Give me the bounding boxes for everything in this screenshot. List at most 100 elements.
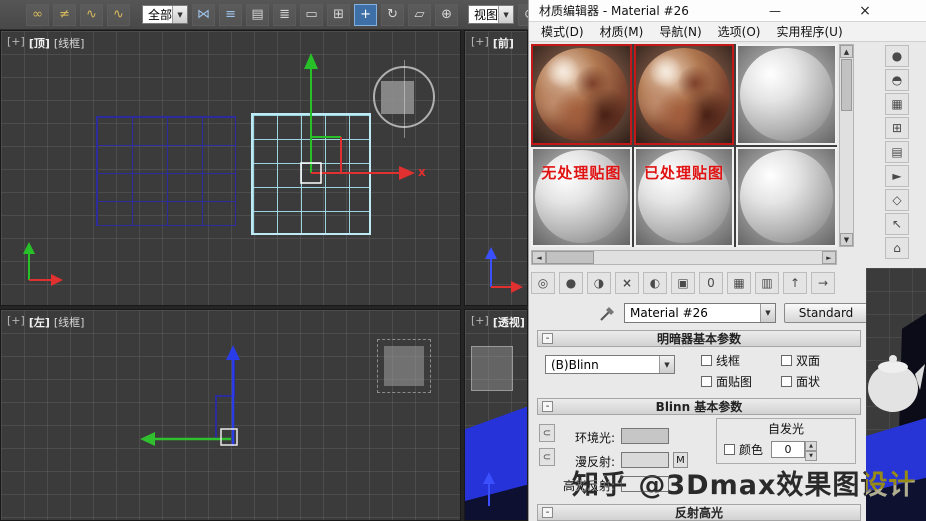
rotate-gizmo[interactable]: [373, 60, 435, 138]
chevron-down-icon[interactable]: ▼: [498, 6, 514, 23]
select-by-name-icon[interactable]: ≣: [273, 3, 297, 26]
sample-slot[interactable]: [736, 146, 837, 247]
viewport-name-label[interactable]: [透视]: [493, 314, 525, 330]
collapse-icon[interactable]: -: [542, 333, 553, 344]
faceted-checkbox[interactable]: [781, 376, 792, 387]
show-map-in-viewport-icon[interactable]: ▦: [727, 272, 751, 294]
options-icon[interactable]: ◇: [885, 189, 909, 211]
selection-filter-dropdown[interactable]: 全部 ▼: [142, 5, 189, 24]
lock-ambient-diffuse-icon[interactable]: ⊂: [539, 424, 555, 442]
sample-slot[interactable]: 无处理贴图: [531, 146, 632, 247]
material-type-button[interactable]: Standard: [784, 303, 868, 323]
assign-material-to-selection-icon[interactable]: ◑: [587, 272, 611, 294]
self-illumination-value[interactable]: 0: [771, 441, 806, 458]
reference-coordinate-dropdown[interactable]: 视图 ▼: [468, 5, 515, 24]
scroll-left-icon[interactable]: ◄: [532, 251, 546, 264]
put-to-library-icon[interactable]: ▣: [671, 272, 695, 294]
pick-material-eyedropper-icon[interactable]: [597, 302, 619, 324]
move-gizmo[interactable]: [229, 39, 419, 219]
lock-diffuse-specular-icon[interactable]: ⊂: [539, 448, 555, 466]
material-id-channel-icon[interactable]: 0: [699, 272, 723, 294]
sample-slot[interactable]: [531, 44, 632, 145]
viewport-name-label[interactable]: [左]: [29, 314, 50, 330]
put-material-to-scene-icon[interactable]: ●: [559, 272, 583, 294]
collapse-icon[interactable]: -: [542, 507, 553, 518]
rollout-specular-highlights[interactable]: - 反射高光: [537, 504, 861, 521]
sample-slot[interactable]: [633, 44, 735, 145]
go-forward-sibling-icon[interactable]: →: [811, 272, 835, 294]
shader-type-dropdown[interactable]: (B)Blinn ▼: [545, 355, 675, 374]
make-material-copy-icon[interactable]: ◐: [643, 272, 667, 294]
viewport-name-label[interactable]: [前]: [493, 35, 514, 51]
get-material-icon[interactable]: ◎: [531, 272, 555, 294]
select-and-move-icon[interactable]: +: [354, 3, 378, 26]
minimize-button[interactable]: —: [761, 0, 789, 21]
viewport-name-label[interactable]: [顶]: [29, 35, 50, 51]
bind-to-space-warp-icon[interactable]: ∿: [80, 3, 103, 26]
rollout-shader-basic[interactable]: - 明暗器基本参数: [537, 330, 861, 347]
unlink-selection-icon[interactable]: ≠: [53, 3, 76, 26]
sample-type-icon[interactable]: ●: [885, 45, 909, 67]
reset-map-icon[interactable]: ×: [615, 272, 639, 294]
menu-mode[interactable]: 模式(D): [533, 23, 592, 40]
viewport-menu-overflow[interactable]: [+]: [7, 35, 25, 51]
face-map-checkbox[interactable]: [701, 376, 712, 387]
viewport-menu-overflow[interactable]: [+]: [471, 35, 489, 51]
viewport-perspective[interactable]: [+] [透视]: [464, 309, 528, 521]
scroll-down-icon[interactable]: ▼: [840, 233, 853, 246]
sample-slot[interactable]: 已处理贴图: [633, 146, 735, 247]
viewport-shading-label[interactable]: [线框]: [54, 35, 85, 51]
scrollbar-thumb[interactable]: [546, 251, 594, 264]
select-and-scale-icon[interactable]: ▱: [408, 3, 432, 26]
layer-manager-icon[interactable]: ▤: [246, 3, 270, 26]
select-and-place-icon[interactable]: ⊕: [435, 3, 459, 26]
close-button[interactable]: ×: [851, 0, 879, 21]
mirror-icon[interactable]: ⋈: [192, 3, 216, 26]
menu-material[interactable]: 材质(M): [592, 23, 652, 40]
video-color-check-icon[interactable]: ▤: [885, 141, 909, 163]
wireframe-checkbox[interactable]: [701, 355, 712, 366]
curve-constraint-icon[interactable]: ∿: [107, 3, 130, 26]
ambient-color-swatch[interactable]: [621, 428, 669, 444]
viewport-front[interactable]: [+] [前]: [464, 30, 528, 306]
window-crossing-icon[interactable]: ⊞: [327, 3, 351, 26]
menu-utilities[interactable]: 实用程序(U): [768, 23, 850, 40]
make-preview-icon[interactable]: ►: [885, 165, 909, 187]
chevron-down-icon[interactable]: ▼: [172, 6, 188, 23]
material-map-navigator-icon[interactable]: ⌂: [885, 237, 909, 259]
go-to-parent-icon[interactable]: ↑: [783, 272, 807, 294]
two-sided-checkbox[interactable]: [781, 355, 792, 366]
color-checkbox[interactable]: [724, 444, 735, 455]
viewport-shading-label[interactable]: [线框]: [54, 314, 85, 330]
spinner-down-icon[interactable]: ▼: [805, 451, 818, 461]
rect-selection-region-icon[interactable]: ▭: [300, 3, 324, 26]
rollout-blinn-basic[interactable]: - Blinn 基本参数: [537, 398, 861, 415]
select-and-rotate-icon[interactable]: ↻: [381, 3, 405, 26]
move-gizmo[interactable]: [126, 340, 246, 455]
material-name-dropdown[interactable]: Material #26 ▼: [624, 303, 776, 323]
background-icon[interactable]: ▦: [885, 93, 909, 115]
select-by-material-icon[interactable]: ↖: [885, 213, 909, 235]
wireframe-grid-object[interactable]: [96, 116, 236, 226]
scrollbar-track[interactable]: [594, 251, 822, 264]
viewport-menu-overflow[interactable]: [+]: [471, 314, 489, 330]
backlight-icon[interactable]: ◓: [885, 69, 909, 91]
sample-slot[interactable]: [736, 44, 837, 145]
chevron-down-icon[interactable]: ▼: [760, 304, 775, 322]
select-and-link-icon[interactable]: ∞: [26, 3, 49, 26]
slot-vertical-scrollbar[interactable]: ▲ ▼: [839, 44, 854, 247]
slot-horizontal-scrollbar[interactable]: ◄ ►: [531, 250, 837, 265]
collapse-icon[interactable]: -: [542, 401, 553, 412]
sample-uv-tiling-icon[interactable]: ⊞: [885, 117, 909, 139]
viewport-top[interactable]: [+] [顶] [线框] x: [0, 30, 461, 306]
align-icon[interactable]: ≡: [219, 3, 243, 26]
viewport-menu-overflow[interactable]: [+]: [7, 314, 25, 330]
spinner-up-icon[interactable]: ▲: [805, 441, 818, 451]
chevron-down-icon[interactable]: ▼: [659, 356, 674, 373]
viewport-left[interactable]: [+] [左] [线框]: [0, 309, 461, 521]
scroll-up-icon[interactable]: ▲: [840, 45, 853, 58]
scrollbar-thumb[interactable]: [841, 59, 852, 111]
self-illumination-spinner[interactable]: ▲ ▼: [805, 441, 818, 461]
menu-options[interactable]: 选项(O): [710, 23, 769, 40]
scroll-right-icon[interactable]: ►: [822, 251, 836, 264]
